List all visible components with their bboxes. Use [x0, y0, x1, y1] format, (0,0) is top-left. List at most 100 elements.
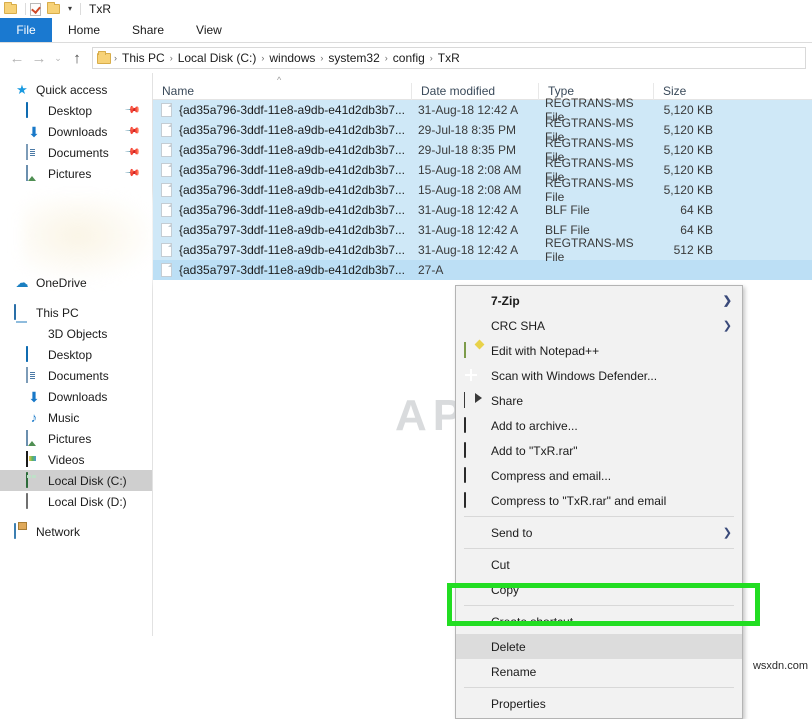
- sidebar-item-this-pc[interactable]: This PC: [0, 302, 152, 323]
- address-bar: ← → ⌄ ↑ › This PC › Local Disk (C:) › wi…: [0, 43, 812, 73]
- sidebar-item-downloads[interactable]: ⬇ Downloads 📌: [0, 121, 152, 142]
- winrar-icon: [464, 493, 481, 509]
- sidebar-item-local-disk-c[interactable]: Local Disk (C:): [0, 470, 152, 491]
- menu-item-create-shortcut[interactable]: Create shortcut: [456, 609, 742, 634]
- file-name: {ad35a796-3ddf-11e8-a9db-e41d2db3b7...: [179, 203, 409, 217]
- back-button[interactable]: ←: [6, 50, 28, 67]
- menu-item-label: Send to: [491, 526, 532, 540]
- menu-item-crc-sha[interactable]: CRC SHA ❯: [456, 313, 742, 338]
- forward-button[interactable]: →: [28, 50, 50, 67]
- pin-icon[interactable]: 📌: [123, 123, 140, 140]
- file-type: REGTRANS-MS File: [536, 236, 651, 264]
- table-row[interactable]: {ad35a796-3ddf-11e8-a9db-e41d2db3b7... 1…: [153, 160, 812, 180]
- menu-item-share[interactable]: Share: [456, 388, 742, 413]
- menu-item-send-to[interactable]: Send to ❯: [456, 520, 742, 545]
- sidebar-item-local-disk-d[interactable]: Local Disk (D:): [0, 491, 152, 512]
- menu-item-edit-with-notepadpp[interactable]: Edit with Notepad++: [456, 338, 742, 363]
- menu-item-cut[interactable]: Cut: [456, 552, 742, 577]
- sidebar-item-onedrive[interactable]: ☁ OneDrive: [0, 272, 152, 293]
- sidebar-item-desktop-pc[interactable]: Desktop: [0, 344, 152, 365]
- table-row[interactable]: {ad35a797-3ddf-11e8-a9db-e41d2db3b7... 3…: [153, 220, 812, 240]
- sidebar-item-label: Local Disk (D:): [48, 495, 127, 509]
- table-row[interactable]: {ad35a797-3ddf-11e8-a9db-e41d2db3b7... 2…: [153, 260, 812, 280]
- menu-item-compress-and-email[interactable]: Compress and email...: [456, 463, 742, 488]
- breadcrumb-config[interactable]: config: [389, 51, 429, 65]
- table-row[interactable]: {ad35a796-3ddf-11e8-a9db-e41d2db3b7... 2…: [153, 120, 812, 140]
- file-size: 64 KB: [651, 223, 723, 237]
- menu-item-label: CRC SHA: [491, 319, 545, 333]
- document-icon: [26, 368, 42, 384]
- file-date: 15-Aug-18 2:08 AM: [409, 183, 536, 197]
- tab-file[interactable]: File: [0, 18, 52, 42]
- file-date: 31-Aug-18 12:42 A: [409, 223, 536, 237]
- sidebar-item-documents[interactable]: Documents 📌: [0, 142, 152, 163]
- sidebar-item-documents-pc[interactable]: Documents: [0, 365, 152, 386]
- menu-item-label: Properties: [491, 697, 546, 711]
- recent-locations-button[interactable]: ⌄: [50, 53, 66, 64]
- file-name: {ad35a796-3ddf-11e8-a9db-e41d2db3b7...: [179, 123, 409, 137]
- file-icon: [161, 163, 172, 177]
- file-size: 5,120 KB: [651, 123, 723, 137]
- table-row[interactable]: {ad35a797-3ddf-11e8-a9db-e41d2db3b7... 3…: [153, 240, 812, 260]
- chevron-right-icon: ❯: [723, 294, 732, 307]
- file-date: 15-Aug-18 2:08 AM: [409, 163, 536, 177]
- menu-item-add-to-txr-rar[interactable]: Add to "TxR.rar": [456, 438, 742, 463]
- sidebar-item-quick-access[interactable]: ★ Quick access: [0, 79, 152, 100]
- up-button[interactable]: ↑: [66, 50, 88, 67]
- table-row[interactable]: {ad35a796-3ddf-11e8-a9db-e41d2db3b7... 2…: [153, 140, 812, 160]
- sidebar-item-videos[interactable]: Videos: [0, 449, 152, 470]
- network-icon: [14, 524, 30, 540]
- breadcrumb-windows[interactable]: windows: [265, 51, 319, 65]
- tab-view[interactable]: View: [180, 18, 238, 42]
- sidebar-item-network[interactable]: Network: [0, 521, 152, 542]
- properties-icon[interactable]: [30, 2, 44, 16]
- picture-icon: [26, 166, 42, 182]
- pin-icon[interactable]: 📌: [123, 144, 140, 161]
- breadcrumb-txr[interactable]: TxR: [434, 51, 464, 65]
- menu-item-compress-to-txr-rar-and-email[interactable]: Compress to "TxR.rar" and email: [456, 488, 742, 513]
- window-title: TxR: [89, 2, 111, 16]
- picture-icon: [26, 431, 42, 447]
- menu-item-7-zip[interactable]: 7-Zip ❯: [456, 288, 742, 313]
- folder-icon[interactable]: [4, 2, 18, 16]
- file-name: {ad35a796-3ddf-11e8-a9db-e41d2db3b7...: [179, 183, 409, 197]
- breadcrumb-local-disk-c[interactable]: Local Disk (C:): [174, 51, 261, 65]
- sidebar-item-desktop[interactable]: Desktop 📌: [0, 100, 152, 121]
- table-row[interactable]: {ad35a796-3ddf-11e8-a9db-e41d2db3b7... 3…: [153, 100, 812, 120]
- pin-icon[interactable]: 📌: [123, 102, 140, 119]
- context-menu: 7-Zip ❯ CRC SHA ❯ Edit with Notepad++ Sc…: [455, 285, 743, 719]
- column-header-name[interactable]: Name: [153, 83, 411, 100]
- breadcrumb[interactable]: › This PC › Local Disk (C:) › windows › …: [92, 47, 806, 69]
- winrar-icon: [464, 468, 481, 484]
- tab-share[interactable]: Share: [116, 18, 180, 42]
- column-header-size[interactable]: Size: [653, 83, 725, 100]
- menu-item-add-to-archive[interactable]: Add to archive...: [456, 413, 742, 438]
- menu-item-scan-with-windows-defender[interactable]: Scan with Windows Defender...: [456, 363, 742, 388]
- file-date: 31-Aug-18 12:42 A: [409, 203, 536, 217]
- sidebar-item-pictures-pc[interactable]: Pictures: [0, 428, 152, 449]
- chevron-right-icon: ❯: [723, 526, 732, 539]
- menu-item-delete[interactable]: Delete: [456, 634, 742, 659]
- sidebar-item-music[interactable]: ♪ Music: [0, 407, 152, 428]
- menu-item-rename[interactable]: Rename: [456, 659, 742, 684]
- file-icon: [161, 243, 172, 257]
- menu-item-label: Scan with Windows Defender...: [491, 369, 657, 383]
- sidebar-item-pictures[interactable]: Pictures 📌: [0, 163, 152, 184]
- document-icon: [26, 145, 42, 161]
- column-header-date-modified[interactable]: Date modified: [411, 83, 538, 100]
- table-row[interactable]: {ad35a796-3ddf-11e8-a9db-e41d2db3b7... 1…: [153, 180, 812, 200]
- navigation-pane: ★ Quick access Desktop 📌 ⬇ Downloads 📌 D…: [0, 73, 153, 636]
- menu-item-copy[interactable]: Copy: [456, 577, 742, 602]
- pin-icon[interactable]: 📌: [123, 165, 140, 182]
- breadcrumb-this-pc[interactable]: This PC: [118, 51, 169, 65]
- sidebar-item-downloads-pc[interactable]: ⬇ Downloads: [0, 386, 152, 407]
- menu-item-properties[interactable]: Properties: [456, 691, 742, 716]
- file-icon: [161, 123, 172, 137]
- tab-home[interactable]: Home: [52, 18, 116, 42]
- new-folder-icon[interactable]: [47, 2, 61, 16]
- monitor-icon: [26, 103, 42, 119]
- table-row[interactable]: {ad35a796-3ddf-11e8-a9db-e41d2db3b7... 3…: [153, 200, 812, 220]
- breadcrumb-system32[interactable]: system32: [324, 51, 383, 65]
- sidebar-item-3d-objects[interactable]: 3D Objects: [0, 323, 152, 344]
- chevron-down-icon[interactable]: ▾: [68, 5, 72, 13]
